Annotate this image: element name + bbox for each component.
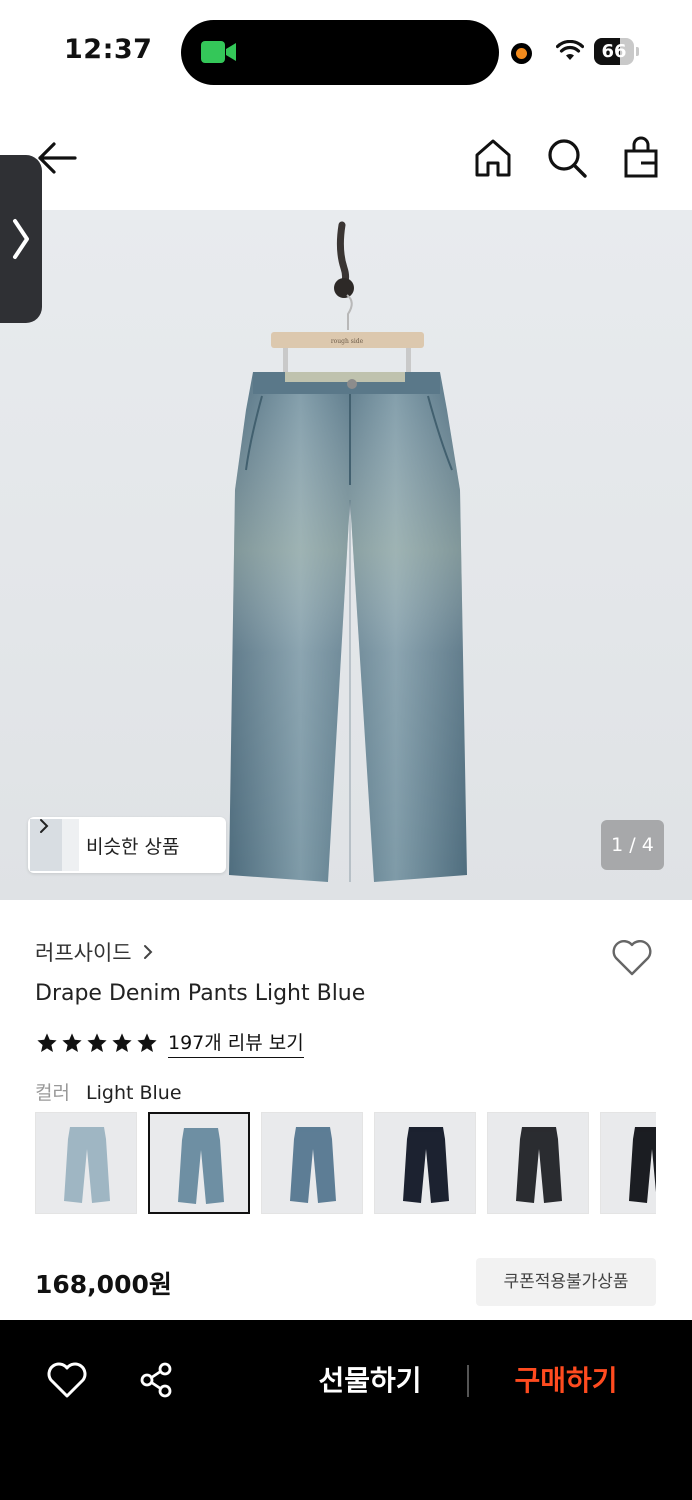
shopping-bag-icon[interactable] [618, 135, 664, 181]
color-swatch[interactable] [600, 1112, 656, 1214]
share-icon[interactable] [138, 1361, 176, 1399]
battery-icon: 66 [594, 38, 640, 65]
chevron-right-icon [40, 819, 49, 833]
home-icon[interactable] [470, 135, 516, 181]
buy-button[interactable]: 구매하기 [496, 1358, 636, 1404]
rating-row: 197개 리뷰 보기 [36, 1028, 304, 1058]
recording-indicator-icon [511, 43, 532, 64]
chevron-right-icon [13, 219, 29, 259]
product-image-gallery[interactable]: rough side 비슷한 상품 1 / 4 [0, 210, 692, 900]
side-panel-tab[interactable] [0, 155, 42, 323]
similar-products-button[interactable]: 비슷한 상품 [28, 817, 226, 873]
color-swatch[interactable] [487, 1112, 589, 1214]
hanger-brand: rough side [331, 338, 364, 345]
color-swatch[interactable] [374, 1112, 476, 1214]
star-icon [137, 1033, 157, 1052]
bottom-action-bar: 선물하기 구매하기 [0, 1320, 692, 1500]
color-swatch[interactable] [261, 1112, 363, 1214]
coupon-badge: 쿠폰적용불가상품 [476, 1258, 656, 1306]
color-row: 컬러 Light Blue [35, 1078, 182, 1105]
similar-products-label: 비슷한 상품 [86, 835, 180, 858]
color-value: Light Blue [86, 1082, 182, 1104]
heart-icon[interactable] [46, 1360, 88, 1400]
video-camera-icon [201, 41, 236, 63]
rating-stars [36, 1032, 158, 1054]
wifi-icon [556, 40, 584, 60]
star-icon [37, 1033, 57, 1052]
gift-button[interactable]: 선물하기 [300, 1358, 440, 1404]
brand-link[interactable]: 러프사이드 [35, 937, 154, 967]
price: 168,000원 [35, 1270, 172, 1299]
product-photo: rough side [229, 221, 467, 882]
color-swatch[interactable] [35, 1112, 137, 1214]
image-page-indicator: 1 / 4 [601, 820, 664, 870]
status-bar: 12:37 66 [0, 0, 692, 105]
color-swatch[interactable] [148, 1112, 250, 1214]
color-swatch-list [35, 1112, 656, 1216]
status-time: 12:37 [64, 34, 153, 65]
brand-name: 러프사이드 [35, 941, 132, 965]
chevron-right-icon [143, 945, 153, 959]
reviews-link[interactable]: 197개 리뷰 보기 [168, 1028, 304, 1058]
product-name: Drape Denim Pants Light Blue [35, 981, 366, 1006]
star-icon [62, 1033, 82, 1052]
star-icon [112, 1033, 132, 1052]
divider [467, 1365, 469, 1397]
heart-icon[interactable] [610, 936, 654, 978]
top-navigation [0, 105, 692, 210]
star-icon [87, 1033, 107, 1052]
battery-level: 66 [601, 41, 627, 62]
color-label: 컬러 [35, 1082, 70, 1104]
dynamic-island [181, 20, 499, 85]
search-icon[interactable] [544, 135, 590, 181]
similar-products-thumbnails [28, 817, 86, 873]
